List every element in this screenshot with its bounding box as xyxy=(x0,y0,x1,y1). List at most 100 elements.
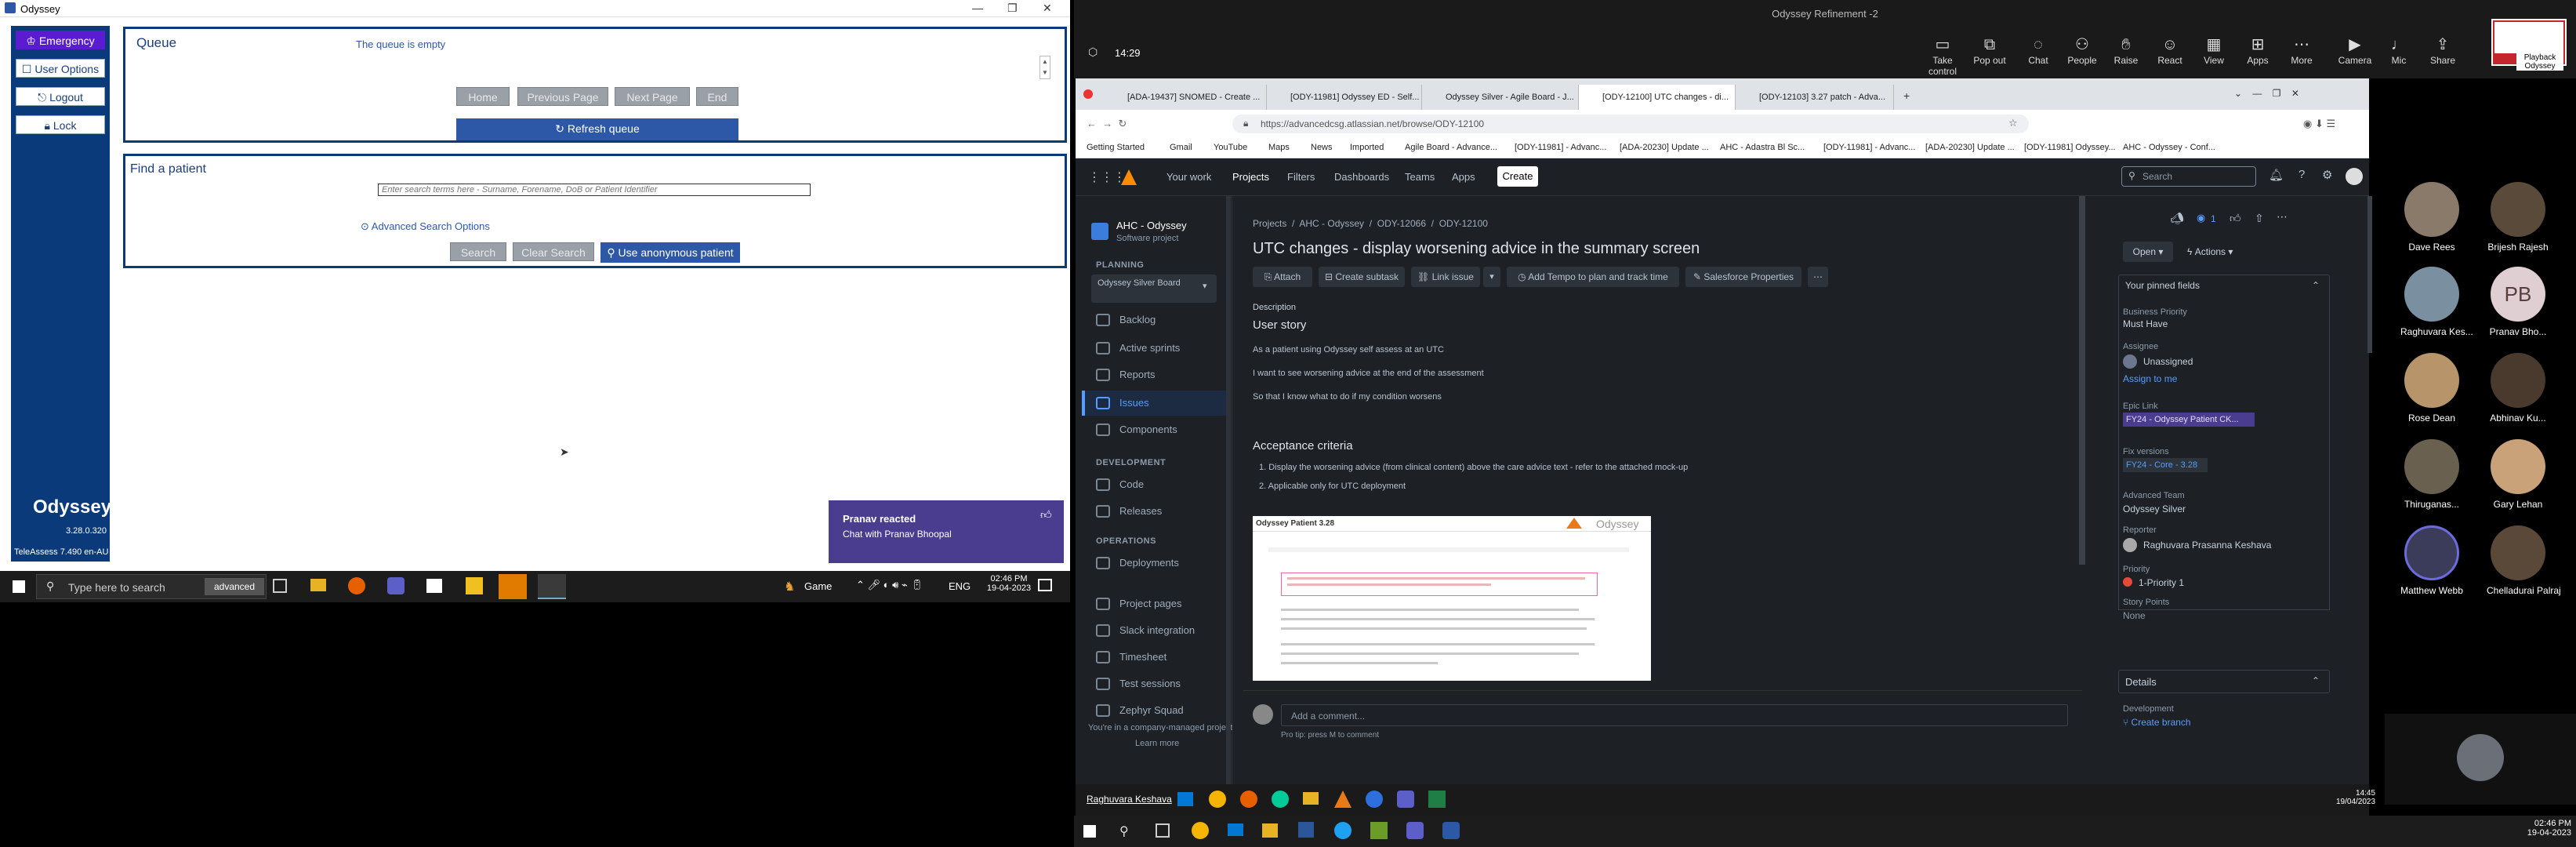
tempo-button[interactable]: ◷ Add Tempo to plan and track time xyxy=(1507,267,1679,287)
edge-icon[interactable] xyxy=(1272,791,1289,808)
details-header[interactable]: Details ⌃ xyxy=(2118,670,2330,693)
minimize-icon[interactable]: — xyxy=(972,2,983,14)
browser-tab[interactable]: [ODY-11981] Odyssey ED - Self... xyxy=(1267,85,1422,110)
raise-button[interactable]: ✋︎ Raise xyxy=(2103,36,2150,66)
camera-button[interactable]: ▶ Camera xyxy=(2331,36,2378,66)
take-control-button[interactable]: ▭ Take control xyxy=(1919,36,1966,77)
participant-tile[interactable]: Raghuvara Kes... xyxy=(2400,267,2473,337)
app-icon[interactable] xyxy=(1370,822,1388,839)
sidebar-item-active-sprints[interactable]: Active sprints xyxy=(1096,342,1180,354)
participant-tile[interactable]: Brijesh Rajesh xyxy=(2487,182,2549,253)
bookmark[interactable]: [ODY-11981] Odyssey... xyxy=(2024,143,2116,152)
windows-start-icon[interactable] xyxy=(1083,825,1096,838)
salesforce-button[interactable]: ✎ Salesforce Properties xyxy=(1685,267,1801,287)
settings-icon[interactable]: ⚙ xyxy=(2322,168,2332,182)
notes-icon[interactable] xyxy=(466,577,483,594)
mic-button[interactable]: ♩ Mic xyxy=(2375,36,2422,66)
participant-tile[interactable]: PB Pranav Bho... xyxy=(2487,267,2549,337)
app-icon[interactable] xyxy=(426,579,442,593)
project-name[interactable]: AHC - Odyssey xyxy=(1116,220,1187,231)
bookmark[interactable]: YouTube xyxy=(1214,143,1247,152)
close-icon[interactable]: ✕ xyxy=(1043,2,1052,15)
refresh-queue-button[interactable]: ↻ Refresh queue xyxy=(456,118,738,140)
odyssey-task-icon[interactable] xyxy=(538,574,566,599)
firefox-icon[interactable] xyxy=(348,577,365,594)
logout-button[interactable]: ⎋ Logout xyxy=(16,87,105,106)
app-icon[interactable] xyxy=(1366,791,1383,808)
link-issue-button[interactable]: ⛓︎ Link issue xyxy=(1411,267,1480,287)
new-tab-icon[interactable]: + xyxy=(1903,89,1910,102)
queue-scrollbar[interactable]: ▲ ▼ xyxy=(1039,56,1050,79)
people-button[interactable]: ⚇ People xyxy=(2059,36,2106,66)
pinned-header[interactable]: Your pinned fields ⌃ xyxy=(2118,274,2330,296)
sidebar-item-slack[interactable]: Slack integration xyxy=(1096,624,1195,637)
sidebar-item-backlog[interactable]: Backlog xyxy=(1096,314,1156,326)
learn-more-link[interactable]: Learn more xyxy=(1135,739,1179,748)
teams-toast[interactable]: Pranav reacted Chat with Pranav Bhoopal … xyxy=(829,500,1064,563)
url-field[interactable]: 🔒︎ https://advancedcsg.atlassian.net/bro… xyxy=(1232,115,2029,133)
help-icon[interactable]: ? xyxy=(2298,168,2305,181)
main-scrollbar[interactable] xyxy=(2079,196,2085,565)
bookmark[interactable]: Maps xyxy=(1268,143,1290,152)
bookmark[interactable]: AHC - Odyssey - Conf... xyxy=(2123,143,2215,152)
game-icon[interactable]: ♞ xyxy=(784,579,795,594)
notifications-icon[interactable]: 🔔︎ xyxy=(2269,168,2284,182)
browser-tab[interactable]: [ADA-19437] SNOMED - Create ... xyxy=(1104,85,1267,110)
browser-tab-active[interactable]: [ODY-12100] UTC changes - di... xyxy=(1579,85,1736,110)
react-button[interactable]: ☺ React xyxy=(2146,36,2193,66)
sidebar-item-code[interactable]: Code xyxy=(1096,478,1144,491)
playback-popup[interactable] xyxy=(2494,22,2563,53)
sidebar-item-project-pages[interactable]: Project pages xyxy=(1096,598,1182,610)
task-view-icon[interactable] xyxy=(273,579,287,593)
emergency-button[interactable]: ♔ Emergency xyxy=(16,31,105,49)
file-explorer-icon[interactable] xyxy=(1262,823,1278,838)
create-subtask-button[interactable]: ⊟ Create subtask xyxy=(1319,267,1405,287)
remote-desktop-icon[interactable] xyxy=(1442,822,1460,839)
bookmark[interactable]: Agile Board - Advance... xyxy=(1405,143,1497,152)
create-branch-link[interactable]: ⑂ Create branch xyxy=(2123,717,2191,728)
window-controls[interactable]: ⌄ — ❐ ✕ xyxy=(2234,88,2299,99)
mockup-attachment[interactable]: Odyssey Patient 3.28 Odyssey xyxy=(1253,516,1651,681)
chevron-down-icon[interactable]: ▾ xyxy=(1483,267,1500,287)
nav-filters[interactable]: Filters xyxy=(1287,171,1315,183)
extension-icons[interactable]: ◉ ⬇ ☰ xyxy=(2303,118,2335,130)
outlook-icon[interactable] xyxy=(499,574,527,599)
bookmark[interactable]: Gmail xyxy=(1170,143,1192,152)
field-advanced-team[interactable]: Odyssey Silver xyxy=(2123,503,2186,514)
like-icon[interactable]: 👍︎ xyxy=(2230,212,2241,225)
bookmark[interactable]: [ODY-11981] - Advanc... xyxy=(1515,143,1606,152)
field-priority[interactable]: 1-Priority 1 xyxy=(2139,577,2184,588)
browser-tab[interactable]: Odyssey Silver - Agile Board - J... xyxy=(1422,85,1579,110)
nav-dashboards[interactable]: Dashboards xyxy=(1334,171,1389,183)
breadcrumb-issue[interactable]: ODY-12100 xyxy=(1439,218,1488,229)
teams-icon[interactable] xyxy=(1397,791,1414,808)
field-reporter[interactable]: Raghuvara Prasanna Keshava xyxy=(2143,540,2271,551)
participant-tile[interactable]: Rose Dean xyxy=(2400,353,2463,424)
apps-button[interactable]: ⊞ Apps xyxy=(2234,36,2281,66)
task-view-icon[interactable] xyxy=(1156,823,1170,838)
attach-button[interactable]: ⎘ Attach xyxy=(1253,267,1312,287)
actions-dropdown[interactable]: ϟ Actions ▾ xyxy=(2187,242,2253,262)
assign-to-me-link[interactable]: Assign to me xyxy=(2123,373,2177,384)
breadcrumb-project[interactable]: AHC - Odyssey xyxy=(1299,218,1364,229)
word-icon[interactable] xyxy=(1298,822,1314,838)
participant-tile[interactable]: Thiruganas... xyxy=(2400,439,2463,510)
teams-icon[interactable] xyxy=(1406,822,1424,839)
sidebar-item-components[interactable]: Components xyxy=(1096,424,1177,436)
ie-icon[interactable] xyxy=(1334,822,1351,839)
jira-search-input[interactable]: ⚲ Search xyxy=(2121,166,2256,187)
anonymous-patient-button[interactable]: ⚲ Use anonymous patient xyxy=(600,242,740,263)
chrome-icon[interactable] xyxy=(1209,791,1226,808)
participant-tile[interactable]: Matthew Webb xyxy=(2400,525,2463,596)
browser-tab[interactable]: [ODY-12103] 3.27 patch - Adva... xyxy=(1736,85,1894,110)
panel-scrollbar[interactable] xyxy=(2367,196,2372,353)
chrome-icon[interactable] xyxy=(1192,822,1209,839)
participant-tile[interactable]: Abhinav Ku... xyxy=(2487,353,2549,424)
notification-icon[interactable] xyxy=(1038,579,1052,591)
lock-button[interactable]: 🔒︎ Lock xyxy=(16,115,105,134)
field-assignee[interactable]: Unassigned xyxy=(2143,356,2193,367)
patient-search-input[interactable] xyxy=(378,184,811,196)
outlook-icon[interactable] xyxy=(1177,792,1193,806)
issue-title[interactable]: UTC changes - display worsening advice i… xyxy=(1253,240,1700,258)
previous-page-button[interactable]: Previous Page xyxy=(517,87,608,106)
